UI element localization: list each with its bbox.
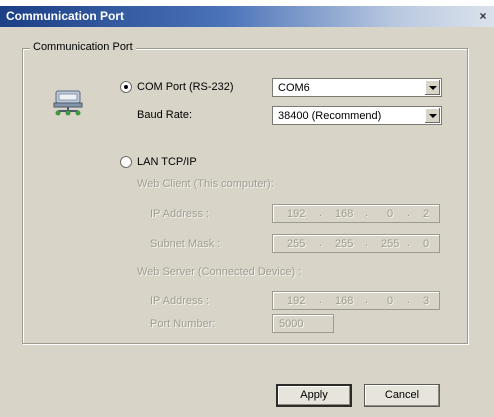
ip-octet: 168	[335, 295, 354, 307]
server-ip-field[interactable]: 192 . 168 . 0 . 3	[272, 291, 440, 310]
ip-octet: 255	[381, 238, 400, 250]
ip-octet: 168	[335, 208, 354, 220]
client-ip-field[interactable]: 192 . 168 . 0 . 2	[272, 204, 440, 223]
group-legend: Communication Port	[30, 41, 136, 53]
web-client-label: Web Client (This computer):	[137, 178, 274, 190]
baud-rate-label: Baud Rate:	[137, 109, 193, 121]
ip-octet: 2	[423, 208, 430, 220]
network-computer-icon	[53, 90, 83, 116]
communication-port-dialog: Communication Port × Communication Port …	[0, 6, 494, 417]
client-ip-label: IP Address :	[150, 208, 210, 220]
baud-rate-value: 38400 (Recommend)	[278, 110, 382, 122]
ip-octet: 0	[423, 238, 430, 250]
chevron-down-icon[interactable]	[424, 108, 440, 123]
subnet-mask-field[interactable]: 255 . 255 . 255 . 0	[272, 234, 440, 253]
chevron-down-icon[interactable]	[424, 80, 440, 95]
close-icon[interactable]: ×	[476, 9, 490, 23]
cancel-button[interactable]: Cancel	[364, 384, 440, 407]
title-bar[interactable]: Communication Port ×	[0, 6, 494, 27]
com-port-label: COM Port (RS-232)	[137, 81, 234, 93]
ip-octet: 192	[287, 295, 306, 307]
lan-tcpip-label: LAN TCP/IP	[137, 156, 197, 168]
ip-octet: 192	[287, 208, 306, 220]
ip-octet: 255	[287, 238, 306, 250]
ip-octet: 0	[387, 295, 394, 307]
port-number-label: Port Number:	[150, 318, 216, 330]
web-server-label: Web Server (Connected Device) :	[137, 266, 302, 278]
server-ip-label: IP Address :	[150, 295, 210, 307]
ip-octet: 255	[335, 238, 354, 250]
port-number-field[interactable]: 5000	[272, 314, 334, 333]
ip-octet: 3	[423, 295, 430, 307]
port-number-value: 5000	[279, 318, 304, 330]
com-port-value: COM6	[278, 82, 310, 94]
ip-octet: 0	[387, 208, 394, 220]
baud-rate-select[interactable]: 38400 (Recommend)	[272, 106, 442, 125]
com-port-radio[interactable]	[120, 81, 132, 93]
apply-button[interactable]: Apply	[276, 384, 352, 407]
com-port-select[interactable]: COM6	[272, 78, 442, 97]
window-title: Communication Port	[6, 9, 125, 23]
subnet-mask-label: Subnet Mask :	[150, 238, 221, 250]
lan-tcpip-radio[interactable]	[120, 156, 132, 168]
